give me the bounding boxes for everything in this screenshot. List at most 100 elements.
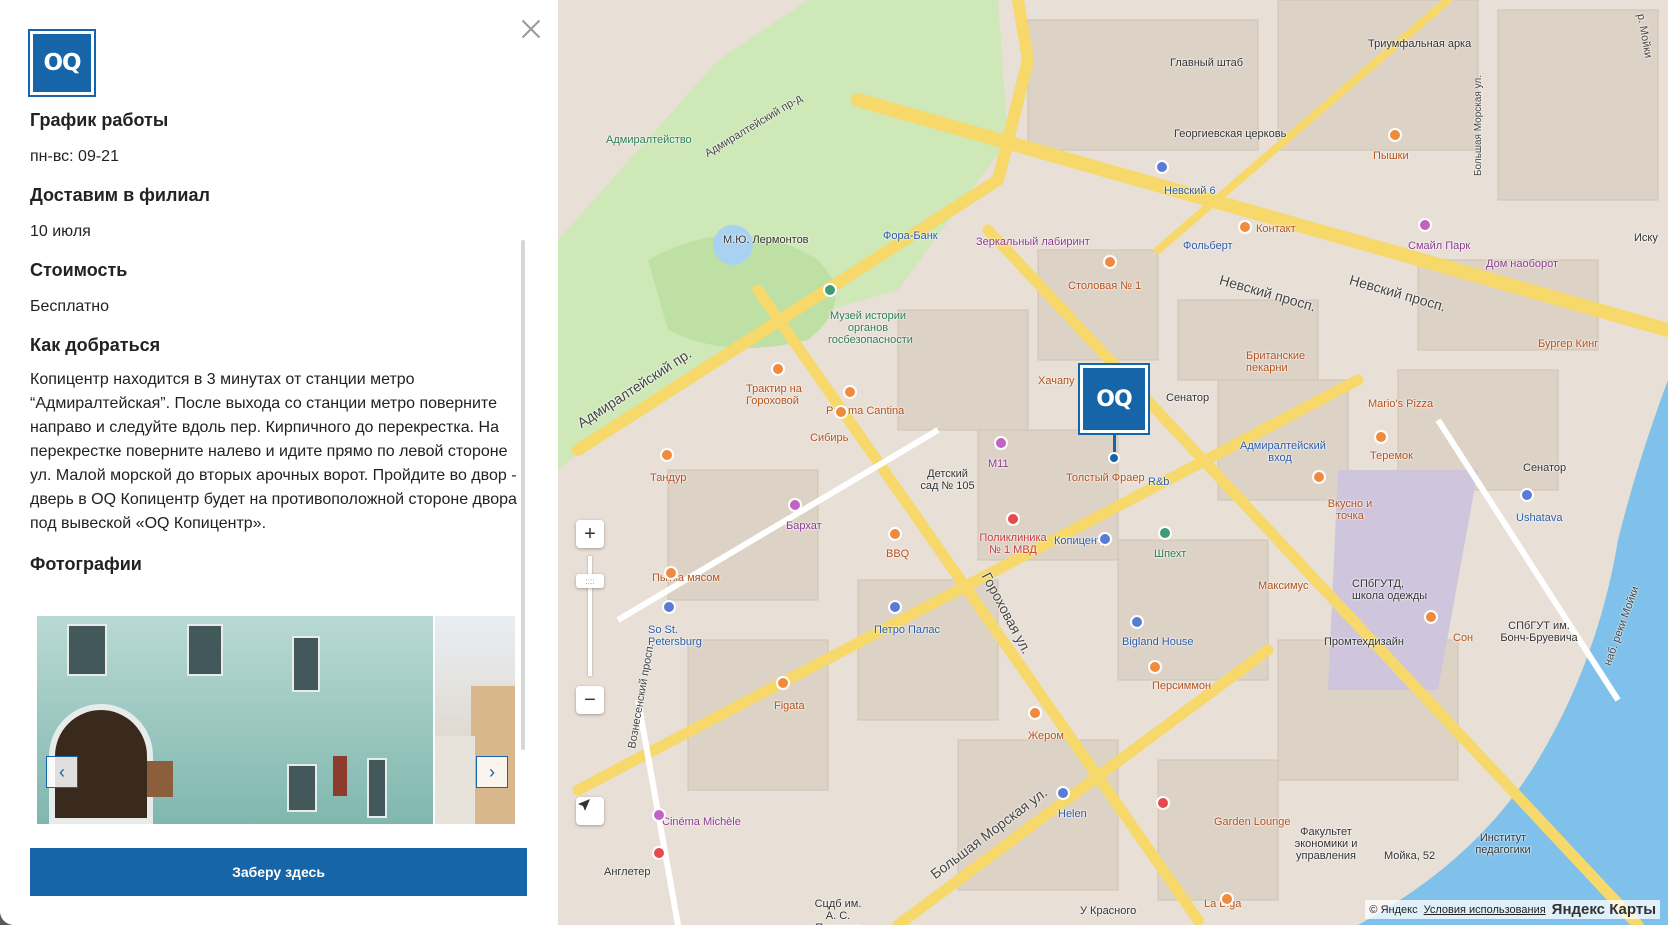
map-label: Музей истории органов госбезопасности bbox=[828, 310, 913, 346]
cafe-icon[interactable] bbox=[1103, 255, 1117, 269]
cafe-icon[interactable] bbox=[888, 527, 902, 541]
hotel-icon[interactable] bbox=[1056, 786, 1070, 800]
shop-icon[interactable] bbox=[1158, 526, 1172, 540]
directions-heading: Как добраться bbox=[30, 335, 161, 355]
zoom-in-button[interactable]: + bbox=[576, 520, 604, 548]
map-label: Пытка мясом bbox=[652, 572, 720, 584]
map-label: Figata bbox=[774, 700, 805, 712]
map-label: Бархат bbox=[786, 520, 822, 532]
map-label: R&b bbox=[1148, 476, 1170, 488]
map-label: У Красного bbox=[1080, 905, 1137, 917]
zoom-out-button[interactable]: − bbox=[576, 686, 604, 714]
map-label: Пышки bbox=[1373, 150, 1409, 162]
map-label: Георгиевская церковь bbox=[1174, 128, 1287, 140]
close-icon[interactable] bbox=[518, 16, 544, 42]
cafe-icon[interactable] bbox=[1238, 220, 1252, 234]
map-label: Невский 6 bbox=[1164, 185, 1216, 197]
map-label: Сон bbox=[1453, 632, 1474, 644]
map-label: Mario's Pizza bbox=[1368, 398, 1434, 410]
map-label: Фора-Банк bbox=[883, 230, 938, 242]
cafe-icon[interactable] bbox=[1388, 128, 1402, 142]
map-label: Garden Lounge bbox=[1214, 816, 1291, 828]
map-label: М.Ю. Лермонтов bbox=[723, 234, 809, 246]
entertainment-icon[interactable] bbox=[1418, 218, 1432, 232]
map-label: Промтехдизайн bbox=[1324, 636, 1404, 648]
photo-gallery bbox=[37, 616, 515, 824]
map-label: Адмиралтейский вход bbox=[1240, 440, 1326, 464]
map-label: Максимус bbox=[1258, 580, 1309, 592]
museum-icon[interactable] bbox=[823, 283, 837, 297]
cinema-icon[interactable] bbox=[652, 808, 666, 822]
map-label: Контакт bbox=[1256, 223, 1296, 235]
print-icon[interactable] bbox=[1098, 532, 1112, 546]
map-label: BBQ bbox=[886, 548, 910, 560]
map-label: Главный штаб bbox=[1170, 57, 1244, 69]
map-label: Институт педагогики bbox=[1475, 832, 1531, 856]
hotel-icon[interactable] bbox=[1520, 488, 1534, 502]
yandex-maps-logo[interactable]: Яндекс Карты bbox=[1552, 901, 1656, 918]
cafe-icon[interactable] bbox=[1028, 706, 1042, 720]
map-label: Сенатор bbox=[1523, 462, 1567, 474]
map-label: Сенатор bbox=[1166, 392, 1210, 404]
cafe-icon[interactable] bbox=[834, 405, 848, 419]
map-attribution: © Яндекс Условия использования Яндекс Ка… bbox=[1365, 900, 1660, 919]
map-label: Ushatava bbox=[1516, 512, 1563, 524]
map-label: Бургер Кинг bbox=[1538, 338, 1599, 350]
map-label: Столовая № 1 bbox=[1068, 280, 1142, 292]
map-label: Вкусно и точка bbox=[1327, 498, 1373, 522]
cost-value: Бесплатно bbox=[30, 298, 110, 315]
map-label: Bigland House bbox=[1122, 636, 1194, 648]
pick-up-here-button[interactable]: Заберу здесь bbox=[30, 848, 527, 896]
map-label: Факультет экономики и управления bbox=[1294, 826, 1358, 862]
branch-photo-facade[interactable] bbox=[37, 616, 433, 824]
map-label: Helen bbox=[1058, 808, 1087, 820]
map-label: Мойка, 52 bbox=[1384, 850, 1436, 862]
cafe-icon[interactable] bbox=[1220, 892, 1234, 906]
cafe-icon[interactable] bbox=[1312, 470, 1326, 484]
gallery-prev-button[interactable]: ‹ bbox=[46, 756, 78, 788]
cafe-icon[interactable] bbox=[1148, 660, 1162, 674]
hospital-icon[interactable] bbox=[1156, 796, 1170, 810]
cafe-icon[interactable] bbox=[664, 566, 678, 580]
map-label: Дом наоборот bbox=[1486, 258, 1559, 270]
cafe-icon[interactable] bbox=[771, 362, 785, 376]
entertainment-icon[interactable] bbox=[788, 498, 802, 512]
map-label: So St. Petersburg bbox=[648, 624, 702, 648]
map-label: Британские пекарни bbox=[1246, 350, 1306, 374]
terms-link[interactable]: Условия использования bbox=[1424, 904, 1546, 916]
cafe-icon[interactable] bbox=[1424, 610, 1438, 624]
hotel-icon[interactable] bbox=[1130, 615, 1144, 629]
branch-photo-street[interactable] bbox=[435, 616, 515, 824]
hotel-icon[interactable] bbox=[662, 600, 676, 614]
hotel-icon[interactable] bbox=[888, 600, 902, 614]
panel-scrollbar[interactable] bbox=[521, 240, 525, 750]
map-label: Иску bbox=[1634, 232, 1658, 244]
music-icon[interactable] bbox=[994, 436, 1008, 450]
map-label: Шпехт bbox=[1154, 548, 1187, 560]
map-label: Фольберт bbox=[1183, 240, 1233, 252]
cafe-icon[interactable] bbox=[660, 448, 674, 462]
map-label: Жером bbox=[1028, 730, 1064, 742]
map-label: Сцдб им. А. С. Пушкина bbox=[814, 898, 862, 925]
map-label: Зеркальный лабиринт bbox=[976, 236, 1090, 248]
map-label: Теремок bbox=[1370, 450, 1413, 462]
hotel-icon[interactable] bbox=[1155, 160, 1169, 174]
oq-location-pin[interactable]: OQ bbox=[1078, 363, 1150, 435]
geolocation-button[interactable] bbox=[576, 797, 604, 825]
zoom-slider-handle[interactable]: :::: bbox=[576, 574, 604, 588]
hotel-icon[interactable] bbox=[652, 846, 666, 860]
pickup-point-modal: OQ Грaфик работы пн-вс: 09-21 Доставим в… bbox=[0, 0, 1668, 925]
map-label: Cinéma Michèle bbox=[662, 816, 741, 828]
yandex-map[interactable]: Адмиралтейство Адмиралтейский пр-д Адмир… bbox=[558, 0, 1668, 925]
cafe-icon[interactable] bbox=[1374, 430, 1388, 444]
map-label: Поликлиника № 1 МВД bbox=[979, 532, 1047, 556]
map-label: Сибирь bbox=[810, 432, 849, 444]
gallery-next-button[interactable]: › bbox=[476, 756, 508, 788]
delivery-heading: Доставим в филиал bbox=[30, 185, 210, 205]
hospital-icon[interactable] bbox=[1006, 512, 1020, 526]
cafe-icon[interactable] bbox=[843, 385, 857, 399]
schedule-heading: Грaфик работы bbox=[30, 110, 169, 130]
map-label: Персиммон bbox=[1152, 680, 1212, 692]
cafe-icon[interactable] bbox=[776, 676, 790, 690]
oq-logo: OQ bbox=[28, 29, 96, 97]
